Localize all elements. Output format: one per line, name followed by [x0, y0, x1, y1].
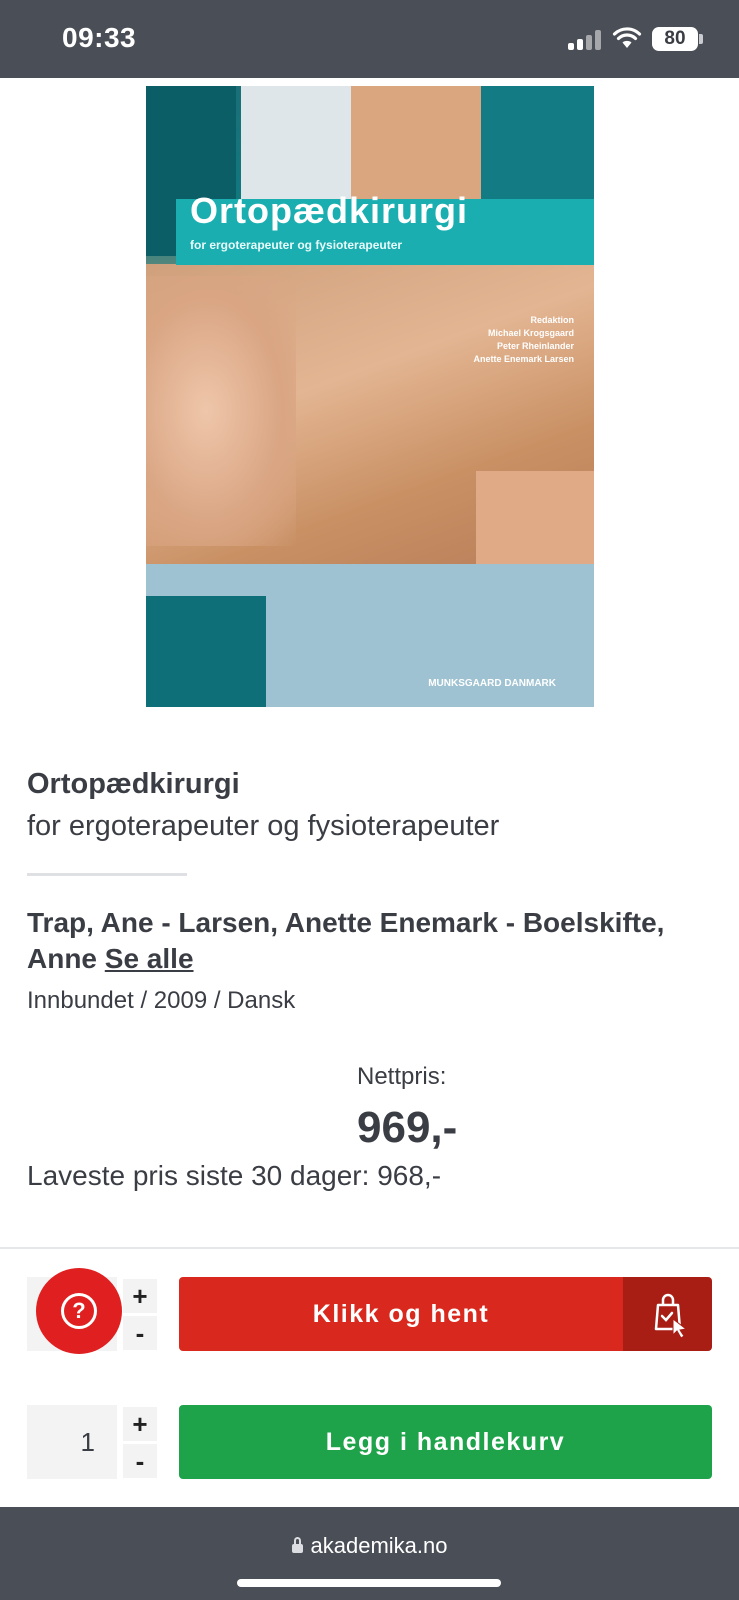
quantity-decrement-button[interactable]: -	[123, 1444, 157, 1478]
divider	[27, 873, 187, 876]
lowest-price-text: Laveste pris siste 30 dager: 968,-	[27, 1160, 442, 1191]
cover-editor: Michael Krogsgaard	[487, 328, 574, 338]
battery-level: 80	[664, 28, 686, 49]
cover-editor: Peter Rheinlander	[496, 341, 574, 351]
lock-icon	[291, 1537, 303, 1553]
status-bar: 09:33 80	[0, 0, 739, 78]
cover-editors: Redaktion Michael Krogsgaard Peter Rhein…	[374, 314, 574, 366]
click-collect-increment-button[interactable]: +	[123, 1279, 157, 1313]
help-button[interactable]: ?	[36, 1268, 122, 1354]
click-and-collect-button[interactable]: Klikk og hent	[179, 1277, 623, 1351]
cover-editor: Anette Enemark Larsen	[473, 354, 574, 364]
book-cover-image: Ortopædkirurgi for ergoterapeuter og fys…	[146, 86, 594, 707]
status-time: 09:33	[62, 22, 137, 53]
cover-subtitle: for ergoterapeuter og fysioterapeuter	[190, 238, 403, 252]
see-all-link[interactable]: Se alle	[105, 943, 194, 974]
price-value: 969,-	[357, 1103, 458, 1152]
product-meta: Innbundet / 2009 / Dansk	[27, 987, 296, 1014]
url-display[interactable]: akademika.no	[0, 1533, 739, 1559]
quantity-input[interactable]: 1	[27, 1405, 117, 1479]
battery-tip	[699, 34, 703, 44]
home-indicator[interactable]	[237, 1579, 501, 1587]
product-subtitle: for ergoterapeuter og fysioterapeuter	[27, 810, 500, 842]
section-divider	[0, 1247, 739, 1249]
help-icon: ?	[61, 1293, 97, 1329]
click-and-collect-icon-button[interactable]	[623, 1277, 712, 1351]
quantity-increment-button[interactable]: +	[123, 1407, 157, 1441]
browser-url-bar[interactable]: akademika.no	[0, 1507, 739, 1600]
url-text: akademika.no	[310, 1533, 448, 1558]
wifi-icon	[612, 27, 642, 48]
cover-editors-heading: Redaktion	[530, 315, 574, 325]
add-to-cart-button[interactable]: Legg i handlekurv	[179, 1405, 712, 1479]
battery-icon: 80	[652, 27, 698, 51]
shopping-bag-cursor-icon	[654, 1293, 688, 1339]
product-authors: Trap, Ane - Larsen, Anette Enemark - Boe…	[27, 905, 717, 977]
signal-icon	[568, 30, 602, 50]
cover-publisher: MUNKSGAARD DANMARK	[428, 678, 556, 689]
price-label: Nettpris:	[357, 1063, 447, 1090]
cover-title: Ortopædkirurgi	[190, 190, 469, 231]
click-collect-decrement-button[interactable]: -	[123, 1316, 157, 1350]
product-title: Ortopædkirurgi	[27, 768, 240, 800]
